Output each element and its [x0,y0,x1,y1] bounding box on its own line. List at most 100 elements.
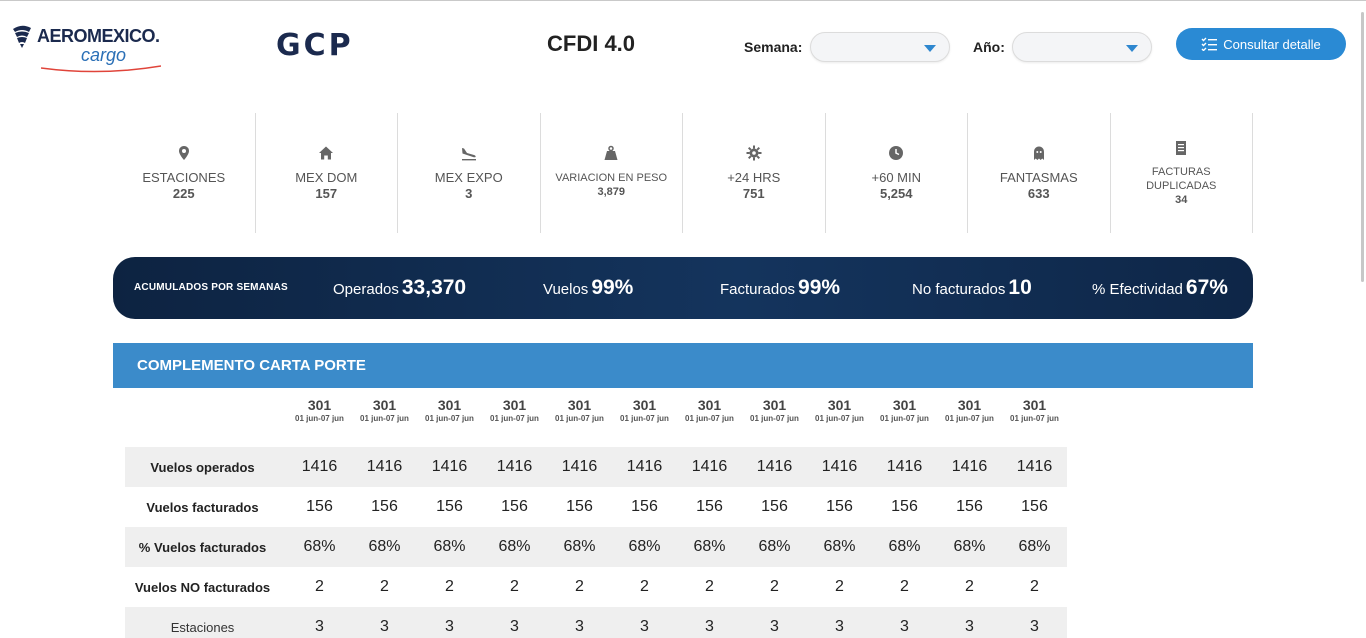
table-row-vuelos-operados: Vuelos operados 1416 1416 1416 1416 1416… [125,447,1067,487]
gear-icon [746,145,762,161]
vertical-scrollbar[interactable] [1358,4,1366,638]
kpi-value: 751 [742,186,765,201]
table-cell: 2 [770,578,779,595]
row-label: % Vuelos facturados [138,540,267,555]
kpi-fantasmas[interactable]: FANTASMAS 633 [968,113,1111,233]
scrollbar-thumb[interactable] [1361,12,1364,282]
table-cell: 3 [380,618,389,635]
anio-select[interactable] [1012,32,1152,62]
semana-select[interactable] [810,32,950,62]
week-column-header: 301 01 jun-07 jun [352,397,417,423]
table-cell: 156 [306,498,333,515]
week-number: 301 [892,397,917,413]
section-title: COMPLEMENTO CARTA PORTE [137,357,366,374]
consultar-detalle-label: Consultar detalle [1223,36,1321,52]
table-cell: 1416 [886,458,923,475]
anio-label: Año: [973,39,1005,55]
week-range: 01 jun-07 jun [1010,414,1059,423]
home-icon [319,146,334,160]
table-cell: 68% [433,538,466,555]
table-cell: 3 [1030,618,1039,635]
kpi-facturas-duplicadas[interactable]: FACTURAS DUPLICADAS 34 [1111,113,1253,233]
table-cell: 68% [953,538,986,555]
kpi-value: 5,254 [879,186,913,201]
semana-label: Semana: [744,39,803,55]
no-facturados-metric: No facturados 10 [912,276,1032,300]
table-cell: 1416 [496,458,533,475]
facturados-value: 99% [798,276,841,299]
week-column-header: 301 01 jun-07 jun [677,397,742,423]
checklist-icon [1201,37,1218,51]
table-cell: 68% [303,538,336,555]
kpi-label: VARIACION EN PESO [555,172,668,184]
table-cell: 3 [900,618,909,635]
table-cell: 1416 [1016,458,1053,475]
receipt-icon [1176,141,1187,155]
page-title: CFDI 4.0 [547,31,636,56]
kpi-value: 633 [1027,186,1050,201]
table-cell: 68% [758,538,791,555]
kpi-label: MEX DOM [295,170,358,185]
table-cell: 68% [888,538,921,555]
kpi-value: 3,879 [597,186,626,198]
table-cell: 3 [640,618,649,635]
facturados-label: Facturados [720,281,796,298]
week-range: 01 jun-07 jun [425,414,474,423]
eagle-warrior-logo-icon [13,25,31,48]
consultar-detalle-button[interactable]: Consultar detalle [1176,28,1346,60]
week-range: 01 jun-07 jun [295,414,344,423]
kpi-24-hrs[interactable]: +24 HRS 751 [683,113,826,233]
table-cell: 3 [835,618,844,635]
brand-name: AEROMEXICO. [37,26,160,46]
table-cell: 1416 [756,458,793,475]
table-row-vuelos-no-facturados: Vuelos NO facturados 2 2 2 2 2 2 2 2 2 2… [125,567,1067,607]
week-column-header: 301 01 jun-07 jun [937,397,1002,423]
kpi-variacion-peso[interactable]: VARIACION EN PESO 3,879 [541,113,683,233]
plane-landing-icon [461,148,476,161]
week-number: 301 [1022,397,1047,413]
kpi-value: 3 [465,186,473,201]
table-cell: 2 [640,578,649,595]
row-label: Vuelos facturados [146,500,259,515]
table-cell: 156 [1021,498,1048,515]
row-label: Estaciones [170,620,235,635]
facturados-metric: Facturados 99% [720,276,840,300]
accumulated-banner: ACUMULADOS POR SEMANAS Operados 33,370 Vu… [113,257,1253,319]
week-range: 01 jun-07 jun [360,414,409,423]
row-label: Vuelos operados [150,460,255,475]
table-row-vuelos-facturados: Vuelos facturados 156 156 156 156 156 15… [125,487,1067,527]
kpi-mex-expo[interactable]: MEX EXPO 3 [398,113,541,233]
weight-icon [604,145,618,160]
kpi-row: ESTACIONES 225 MEX DOM 157 MEX EXPO 3 VA… [113,113,1253,233]
table-cell: 1416 [366,458,403,475]
week-range: 01 jun-07 jun [815,414,864,423]
week-number: 301 [502,397,527,413]
operados-metric: Operados 33,370 [333,276,466,300]
table-cell: 1416 [301,458,338,475]
week-range: 01 jun-07 jun [490,414,539,423]
week-column-header: 301 01 jun-07 jun [482,397,547,423]
table-cell: 1416 [626,458,663,475]
kpi-estaciones[interactable]: ESTACIONES 225 [113,113,256,233]
table-cell: 3 [445,618,454,635]
week-range: 01 jun-07 jun [750,414,799,423]
kpi-label: FANTASMAS [999,170,1078,185]
table-cell: 2 [835,578,844,595]
no-facturados-label: No facturados [912,281,1006,298]
table-cell: 2 [380,578,389,595]
week-range: 01 jun-07 jun [880,414,929,423]
table-cell: 156 [436,498,463,515]
week-range: 01 jun-07 jun [555,414,604,423]
week-column-header: 301 01 jun-07 jun [1002,397,1067,423]
table-cell: 3 [315,618,324,635]
table-cell: 156 [826,498,853,515]
no-facturados-value: 10 [1008,276,1032,299]
kpi-mex-dom[interactable]: MEX DOM 157 [256,113,398,233]
kpi-label-line2: DUPLICADAS [1146,180,1217,192]
table-cell: 156 [631,498,658,515]
clock-icon [889,146,904,160]
week-number: 301 [437,397,462,413]
table-cell: 156 [371,498,398,515]
kpi-60-min[interactable]: +60 MIN 5,254 [826,113,968,233]
window-top-border [0,0,1366,4]
